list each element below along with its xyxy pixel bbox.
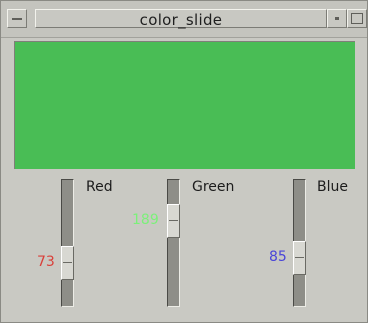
dash-icon (12, 18, 22, 20)
grip-icon (295, 257, 304, 258)
minimize-button[interactable] (327, 9, 347, 28)
title-plate[interactable]: color_slide (35, 9, 327, 29)
green-slider-trough[interactable] (167, 179, 180, 307)
blue-slider-knob[interactable] (293, 241, 306, 275)
slider-panel: Red 73 Green 189 Blue 85 (1, 169, 367, 322)
maximize-button[interactable] (347, 9, 367, 28)
title-bar[interactable]: color_slide (1, 1, 367, 38)
green-slider-label: Green (192, 179, 235, 195)
green-slider-knob[interactable] (167, 204, 180, 238)
blue-slider-trough[interactable] (293, 179, 306, 307)
minimize-icon (335, 17, 339, 20)
maximize-icon (351, 13, 363, 24)
red-slider-trough[interactable] (61, 179, 74, 307)
window-title: color_slide (139, 11, 223, 29)
color-preview-swatch (14, 41, 355, 169)
grip-icon (169, 220, 178, 221)
blue-slider-label: Blue (317, 179, 348, 195)
blue-value: 85 (269, 249, 287, 265)
window-menu-button[interactable] (7, 9, 27, 28)
color-slide-window: color_slide Red 73 Green 189 Blue 85 (0, 0, 368, 323)
red-slider-label: Red (86, 179, 113, 195)
red-value: 73 (37, 254, 55, 270)
grip-icon (63, 262, 72, 263)
green-value: 189 (132, 212, 159, 228)
red-slider-knob[interactable] (61, 246, 74, 280)
